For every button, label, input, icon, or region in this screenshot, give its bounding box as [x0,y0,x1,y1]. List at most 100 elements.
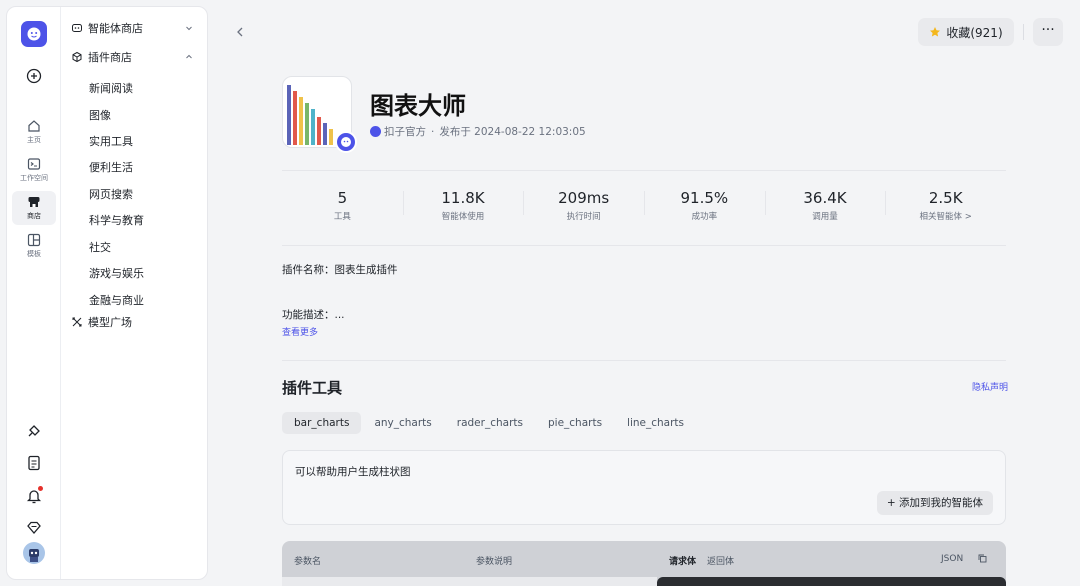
format-label: JSON [941,554,964,564]
plugin-desc-line: 功能描述：... [282,309,345,321]
sidebar-section-label: 智能体商店 [88,22,143,35]
sidebar-section-label: 插件商店 [88,51,132,64]
stat-value: 2.5K [928,189,963,207]
tab-line-charts[interactable]: line_charts [615,412,696,434]
template-icon [27,233,41,247]
header-divider [1023,24,1024,40]
more-options-button[interactable]: ··· [1033,18,1063,46]
params-table: 参数名 参数说明 请求体 返回体 JSON [282,541,1006,586]
rail-label: 工作空间 [20,174,48,182]
official-badge-icon [335,131,357,153]
stat-label: 执行时间 [566,212,601,222]
stat-label: 相关智能体 > [919,212,972,222]
stat-value: 36.4K [803,189,847,207]
sidebar-section-label: 模型广场 [88,316,132,329]
stat-tools: 5 工具 [282,171,403,245]
sidebar-section-agent-store[interactable]: 智能体商店 [71,18,199,38]
tab-request-body[interactable]: 请求体 [669,554,696,567]
notification-dot [38,486,43,491]
sidebar-section-plugin-store[interactable]: 插件商店 [71,47,199,67]
tab-pie-charts[interactable]: pie_charts [536,412,614,434]
rail-label: 商店 [27,212,41,220]
stat-value: 5 [337,189,348,207]
see-more-link[interactable]: 查看更多 [282,325,318,338]
stat-value: 209ms [558,189,610,207]
plugin-link-icon[interactable] [24,421,44,441]
tab-rader-charts[interactable]: rader_charts [445,412,535,434]
stat-label: 工具 [333,212,351,222]
section-divider [282,360,1006,361]
sidebar-item-news[interactable]: 新闻阅读 [89,81,133,97]
stat-success-rate: 91.5% 成功率 [644,171,765,245]
sidebar-item-games[interactable]: 游戏与娱乐 [89,266,144,282]
plus-icon: + [886,497,899,509]
cube-icon [72,51,82,63]
stats-bar: 5 工具 11.8K 智能体使用 209ms 执行时间 91.5% 成功率 36.4K 调… [282,170,1006,246]
stat-label: 成功率 [691,212,718,222]
privacy-link[interactable]: 隐私声明 [972,380,1008,393]
notification-icon[interactable] [24,486,44,506]
code-panel [657,577,1006,586]
sidebar-item-web-search[interactable]: 网页搜索 [89,187,133,203]
plugin-byline: 扣子官方 · 发布于 2024-08-22 12:03:05 [370,124,586,139]
tool-tabs: bar_charts any_charts rader_charts pie_c… [282,412,697,434]
icon-rail: 主页 工作空间 商店 模板 [7,7,61,579]
sidebar-item-science[interactable]: 科学与教育 [89,213,144,229]
diamond-icon[interactable] [24,518,44,538]
plugin-icon-image [282,76,357,153]
left-panel: 主页 工作空间 商店 模板 智能体商店 插件商店 新闻阅读 图像 实用工具 便利… [6,6,208,580]
favorite-label: 收藏(921) [946,25,1003,40]
stat-label: 智能体使用 [441,212,485,222]
tool-card: 可以帮助用户生成柱状图 + 添加到我的智能体 [282,450,1006,525]
robot-face-icon [72,24,82,32]
document-icon[interactable] [24,453,44,473]
stat-call-count: 36.4K 调用量 [764,171,886,245]
favorite-button[interactable]: 收藏(921) [918,18,1014,46]
author-logo-icon [370,126,381,137]
rail-item-workspace[interactable]: 工作空间 [12,153,56,187]
column-header-desc: 参数说明 [476,557,513,567]
publish-date: 发布于 2024-08-22 12:03:05 [439,126,586,138]
store-icon [28,197,40,207]
stat-related-agents[interactable]: 2.5K 相关智能体 > [885,171,1006,245]
separator-dot: · [431,125,435,138]
stat-value: 91.5% [680,189,729,207]
add-button-label: 添加到我的智能体 [899,497,983,509]
star-icon [930,27,941,37]
rail-item-template[interactable]: 模板 [12,229,56,263]
tools-heading: 插件工具 [282,379,343,397]
rail-item-store[interactable]: 商店 [12,191,56,225]
column-header-name: 参数名 [294,557,322,567]
tab-response-body[interactable]: 返回体 [707,554,734,567]
sidebar-item-social[interactable]: 社交 [89,240,111,256]
copy-icon[interactable] [978,554,987,566]
add-to-agent-button[interactable]: + 添加到我的智能体 [876,491,993,515]
plugin-title: 图表大师 [370,92,466,120]
app-logo[interactable] [21,21,47,47]
sidebar-item-utilities[interactable]: 实用工具 [89,134,133,150]
create-icon[interactable] [24,66,44,86]
back-icon[interactable] [232,24,248,40]
chevron-up-icon [186,54,192,59]
terminal-icon [27,158,41,170]
stat-exec-time: 209ms 执行时间 [523,171,644,245]
sidebar-section-model-square[interactable]: 模型广场 [71,312,199,332]
author-name[interactable]: 扣子官方 [384,124,426,139]
model-icon [72,317,82,327]
rail-label: 主页 [27,136,41,144]
tab-bar-charts[interactable]: bar_charts [282,412,362,434]
plugin-name-line: 插件名称：图表生成插件 [282,264,398,276]
tab-any-charts[interactable]: any_charts [362,412,443,434]
store-sidebar: 智能体商店 插件商店 新闻阅读 图像 实用工具 便利生活 网页搜索 科学与教育 … [61,7,207,579]
home-icon [28,120,40,132]
stat-value: 11.8K [441,189,485,207]
table-row [282,577,657,586]
avatar[interactable] [23,542,45,564]
stat-agent-usage: 11.8K 智能体使用 [402,171,524,245]
sidebar-item-life[interactable]: 便利生活 [89,160,133,176]
rail-item-home[interactable]: 主页 [12,115,56,149]
tool-description: 可以帮助用户生成柱状图 [295,466,411,478]
sidebar-item-image[interactable]: 图像 [89,108,111,124]
sidebar-item-finance[interactable]: 金融与商业 [89,293,144,309]
chevron-down-icon [186,26,192,31]
